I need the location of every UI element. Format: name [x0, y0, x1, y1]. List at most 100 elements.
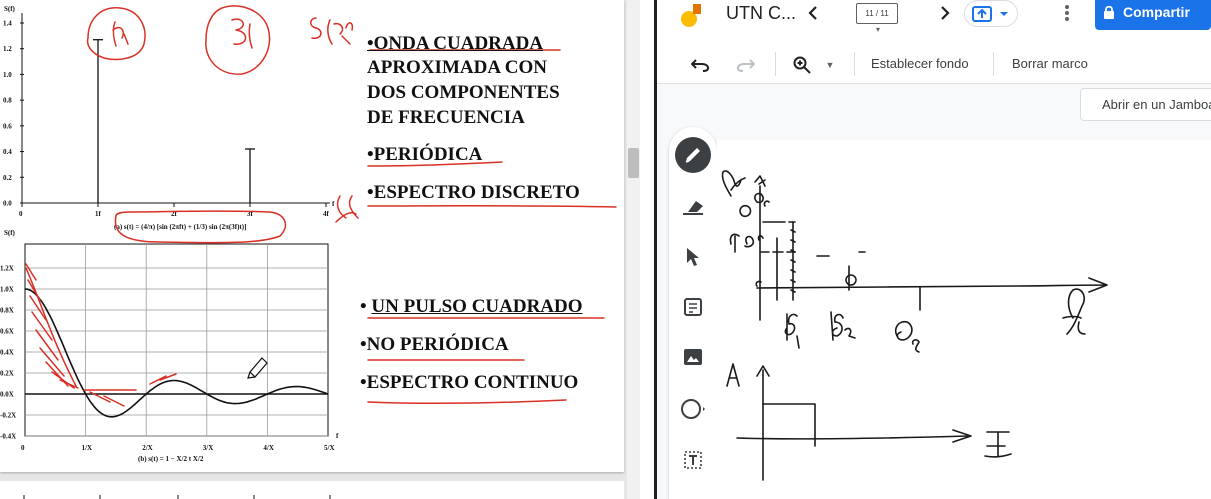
upper-chart-caption: (a) s(t) = (4/π) [sin (2πft) + (1/3) sin…	[114, 223, 246, 231]
eraser-tool[interactable]	[669, 187, 717, 227]
pen-tool[interactable]	[669, 135, 717, 175]
present-button[interactable]	[964, 0, 1018, 27]
handwritten-sketch	[721, 170, 1108, 481]
upper-x-tick-label: 0	[19, 210, 23, 218]
next-slide-preview	[0, 481, 624, 499]
jamboard-app: UTN C... 11 / 11 ▾ Compartir ▼ Establece…	[657, 0, 1211, 499]
lower-y-tick-label: 1.2X	[0, 265, 14, 273]
lower-chart-caption: (b) s(t) = 1 − X/2 t X/2	[138, 455, 204, 463]
chevron-left-icon	[808, 6, 817, 20]
lower-y-tick-label: -0.2X	[0, 412, 16, 420]
toolbar-divider	[854, 52, 855, 76]
redo-button[interactable]	[733, 52, 759, 78]
upper-y-tick-label: 1.0	[3, 71, 12, 79]
zoom-button[interactable]	[789, 52, 815, 78]
more-vert-icon	[1065, 5, 1069, 21]
set-background-button[interactable]: Establecer fondo	[871, 56, 969, 71]
text-upper-line5: •PERIÓDICA	[367, 144, 483, 165]
present-screen-icon	[972, 5, 1008, 22]
frame-counter-text: 11 / 11	[865, 9, 889, 18]
next-frame-button[interactable]	[934, 0, 956, 26]
circle-shape-icon	[681, 399, 705, 419]
chevron-right-icon	[941, 6, 950, 20]
text-upper-line4: DE FRECUENCIA	[367, 107, 525, 128]
more-options-button[interactable]	[1057, 0, 1077, 26]
share-button[interactable]: Compartir	[1095, 0, 1211, 30]
document-title[interactable]: UTN C...	[726, 3, 796, 24]
select-tool[interactable]	[669, 237, 717, 277]
text-lower-line3: •ESPECTRO CONTINUO	[360, 372, 579, 393]
upper-x-axis-label: f	[332, 200, 335, 208]
upper-x-tick-label: 1f	[95, 210, 102, 218]
lower-x-tick-label: 1/X	[82, 444, 93, 452]
jamboard-logo-icon	[681, 4, 701, 27]
scrollbar-thumb[interactable]	[628, 148, 639, 178]
upper-x-tick-label: 4f	[323, 210, 330, 218]
sticky-note-tool[interactable]	[669, 287, 717, 327]
cursor-arrow-icon	[687, 248, 699, 266]
upper-y-tick-label: 0.6	[3, 122, 12, 130]
upper-chart: S(f) 1.41.21.00.80.60.40.20.0 0 1f 2f 3f 4f …	[3, 5, 335, 231]
sticky-note-icon	[684, 298, 702, 316]
frame-counter[interactable]: 11 / 11	[856, 3, 898, 24]
upper-y-tick-label: 0.8	[3, 97, 12, 105]
zoom-in-icon	[793, 56, 811, 74]
caret-down-icon: ▾	[875, 24, 880, 34]
lower-y-tick-label: 0.6X	[0, 328, 14, 336]
lower-x-tick-label: 3/X	[203, 444, 214, 452]
lower-chart: S(f) 1.2X 1.0X 0.8X 0.6X 0.4X 0.2X 0.0X -0.2X -0…	[0, 229, 339, 463]
lower-x-tick-label: 4/X	[263, 444, 274, 452]
lower-y-tick-label: 1.0X	[0, 286, 14, 294]
open-in-jamboard-button[interactable]: Abrir en un Jamboard	[1080, 88, 1211, 121]
upper-y-tick-label: 0.4	[3, 148, 12, 156]
toolbar-divider	[993, 52, 994, 76]
text-box-tool[interactable]	[669, 440, 717, 480]
lower-y-tick-label: -0.4X	[0, 433, 16, 441]
frame-toolbar: ▼ Establecer fondo Borrar marco	[657, 44, 1211, 84]
lower-y-tick-label: 0.2X	[0, 370, 14, 378]
previous-frame-button[interactable]	[802, 0, 824, 26]
lower-x-axis-label: f	[336, 432, 339, 440]
pencil-cursor-icon	[247, 357, 268, 379]
lower-x-tick-label: 5/X	[324, 444, 335, 452]
caret-down-icon[interactable]: ▼	[823, 52, 837, 78]
lock-icon	[1104, 5, 1114, 19]
undo-icon	[691, 59, 709, 72]
upper-y-tick-label: 1.4	[3, 20, 12, 28]
upper-y-tick-label: 0.0	[3, 200, 12, 208]
redo-icon	[737, 59, 755, 72]
shape-tool[interactable]	[669, 389, 717, 429]
lower-y-tick-label: 0.4X	[0, 349, 14, 357]
upper-y-axis-label: S(f)	[4, 5, 16, 13]
undo-button[interactable]	[687, 52, 713, 78]
toolbar-divider	[775, 52, 776, 76]
text-box-icon	[684, 451, 702, 469]
sinc-curve	[24, 288, 329, 418]
text-upper-line2: APROXIMADA CON	[367, 57, 547, 78]
pane-gap	[640, 0, 654, 499]
upper-y-tick-label: 1.2	[3, 45, 12, 53]
text-upper-line1: •ONDA CUADRADA	[367, 33, 544, 54]
upper-y-tick-label: 0.2	[3, 174, 12, 182]
text-lower-line1: • UN PULSO CUADRADO	[360, 296, 583, 317]
lower-y-axis-label: S(f)	[4, 229, 16, 237]
clear-frame-button[interactable]: Borrar marco	[1012, 56, 1088, 71]
image-tool[interactable]	[669, 337, 717, 377]
text-upper-line3: DOS COMPONENTES	[367, 82, 560, 103]
top-bar: UTN C... 11 / 11 ▾ Compartir	[657, 0, 1211, 44]
text-lower-line2: •NO PERIÓDICA	[360, 334, 509, 355]
lower-y-tick-label: 0.8X	[0, 307, 14, 315]
open-in-jamboard-label: Abrir en un Jamboard	[1102, 97, 1211, 112]
vertical-scrollbar[interactable]	[627, 0, 640, 499]
tool-rail	[669, 127, 717, 499]
lower-x-tick-label: 2/X	[142, 444, 153, 452]
slide-viewer: S(f) 1.4 1.2 1.0 0.8 0.6 0.4 0.2 0.0 0 1f 2f 3f 4f …	[0, 0, 640, 499]
share-button-label: Compartir	[1123, 4, 1190, 20]
pen-icon	[685, 148, 700, 163]
lower-x-tick-label: 0	[21, 444, 25, 452]
lower-y-tick-label: 0.0X	[0, 391, 14, 399]
image-icon	[684, 349, 702, 365]
jam-canvas[interactable]	[717, 140, 1211, 499]
slide: S(f) 1.4 1.2 1.0 0.8 0.6 0.4 0.2 0.0 0 1f 2f 3f 4f …	[0, 0, 624, 472]
eraser-icon	[683, 201, 703, 215]
